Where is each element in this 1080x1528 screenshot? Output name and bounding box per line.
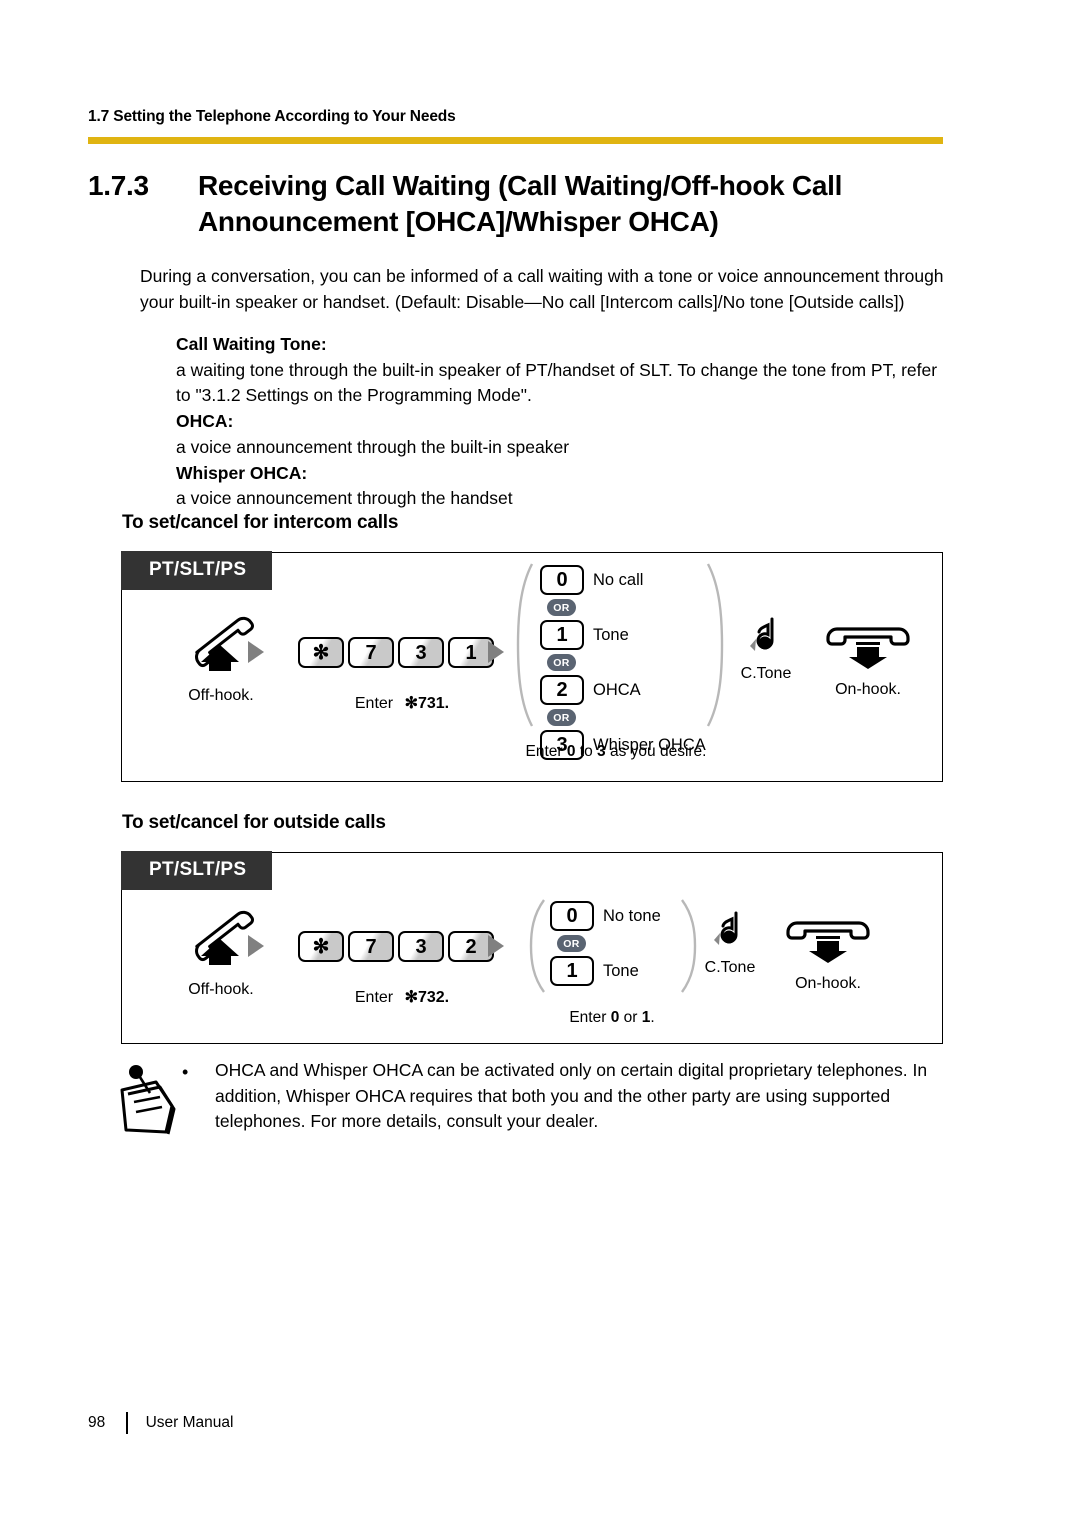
definition-list: Call Waiting Tone: a waiting tone throug… — [176, 332, 951, 512]
hint-middle: or — [619, 1009, 642, 1026]
or-badge: OR — [557, 935, 586, 952]
or-badge: OR — [547, 654, 576, 671]
procedure-flow: Off-hook. ✻ 7 3 2 Enter ✻732. 0 No tone … — [122, 853, 942, 1043]
onhook-handset-icon — [786, 921, 870, 963]
hint-suffix: as you desire. — [605, 743, 707, 760]
hint-first: 0 — [566, 743, 576, 760]
keypad-key[interactable]: 3 — [398, 931, 444, 962]
flow-arrow-icon — [248, 641, 264, 663]
or-badge: OR — [547, 599, 576, 616]
note-text: OHCA and Whisper OHCA can be activated o… — [215, 1060, 928, 1132]
option-key[interactable]: 2 — [540, 675, 584, 705]
enter-code: ✻732. — [404, 989, 450, 1006]
group-brace-left-icon — [529, 899, 545, 993]
document-page: 1.7 Setting the Telephone According to Y… — [0, 0, 1080, 1528]
flow-arrow-icon — [248, 935, 264, 957]
or-badge: OR — [547, 709, 576, 726]
definition-term: Whisper OHCA: — [176, 462, 308, 483]
option-label: No call — [593, 570, 644, 589]
confirmation-tone-icon — [714, 911, 738, 945]
page-title: 1.7.3 Receiving Call Waiting (Call Waiti… — [88, 168, 958, 240]
enter-label: Enter — [354, 695, 394, 712]
page-number: 98 — [88, 1414, 106, 1431]
step-caption-enter: Enter ✻732. — [298, 987, 506, 1007]
section-title: Receiving Call Waiting (Call Waiting/Off… — [198, 170, 843, 237]
keypad-sequence: ✻ 7 3 2 — [298, 931, 494, 962]
keypad-sequence: ✻ 7 3 1 — [298, 637, 494, 668]
option-label: No tone — [603, 906, 661, 925]
option-key[interactable]: 0 — [540, 565, 584, 595]
definition-desc: a waiting tone through the built-in spea… — [176, 359, 938, 406]
option-key[interactable]: 1 — [550, 956, 594, 986]
footer-doc-title: User Manual — [145, 1414, 234, 1431]
confirmation-tone-icon — [750, 617, 774, 651]
flow-arrow-icon — [488, 935, 504, 957]
definition-term: Call Waiting Tone: — [176, 334, 327, 354]
option-key[interactable]: 0 — [550, 901, 594, 931]
step-caption: Off-hook. — [188, 687, 254, 704]
enter-label: Enter — [354, 989, 394, 1006]
keypad-key[interactable]: ✻ — [298, 637, 344, 668]
step-caption: C.Tone — [704, 959, 756, 976]
hint-prefix: Enter — [525, 743, 567, 760]
keypad-key[interactable]: ✻ — [298, 931, 344, 962]
option-group: 0 No call OR 1 Tone OR 2 OHCA OR 3 Whisp… — [540, 565, 706, 760]
step-caption: C.Tone — [740, 665, 792, 682]
step-confirmation-tone: C.Tone — [682, 909, 778, 977]
option-row[interactable]: 1 Tone — [540, 620, 706, 650]
option-label: OHCA — [593, 680, 641, 699]
procedure-diagram-intercom: PT/SLT/PS Off-hook. ✻ 7 3 1 Enter ✻731. … — [121, 551, 943, 782]
header-rule — [88, 137, 943, 144]
procedure-flow: Off-hook. ✻ 7 3 1 Enter ✻731. 0 No call … — [122, 553, 942, 781]
keypad-key[interactable]: 7 — [348, 931, 394, 962]
step-caption: On-hook. — [795, 975, 861, 992]
note-memo-icon — [116, 1062, 178, 1145]
option-hint: Enter 0 to 3 as you desire. — [516, 743, 716, 761]
onhook-handset-icon — [826, 627, 910, 669]
subheading-outside: To set/cancel for outside calls — [122, 812, 386, 833]
step-caption-enter: Enter ✻731. — [298, 693, 506, 713]
step-caption: On-hook. — [835, 681, 901, 698]
option-row[interactable]: 0 No call — [540, 565, 706, 595]
option-row[interactable]: 0 No tone — [550, 901, 661, 931]
keypad-key[interactable]: 3 — [398, 637, 444, 668]
footer-divider — [126, 1412, 128, 1434]
option-hint: Enter 0 or 1. — [518, 1009, 706, 1027]
subheading-intercom: To set/cancel for intercom calls — [122, 512, 399, 533]
procedure-diagram-outside: PT/SLT/PS Off-hook. ✻ 7 3 2 Enter ✻732. … — [121, 851, 943, 1044]
section-number: 1.7.3 — [88, 170, 149, 201]
step-confirmation-tone: C.Tone — [718, 615, 814, 683]
page-footer: 98 User Manual — [88, 1412, 233, 1434]
option-key[interactable]: 1 — [540, 620, 584, 650]
enter-code: ✻731. — [404, 695, 450, 712]
group-brace-left-icon — [516, 563, 534, 727]
definition-desc: a voice announcement through the handset — [176, 488, 513, 509]
option-row[interactable]: 2 OHCA — [540, 675, 706, 705]
option-label: Tone — [603, 961, 639, 980]
option-group: 0 No tone OR 1 Tone — [550, 901, 661, 986]
hint-second: 3 — [597, 743, 606, 760]
hint-middle: to — [575, 743, 598, 760]
flow-arrow-icon — [488, 641, 504, 663]
step-onhook: On-hook. — [810, 611, 926, 699]
running-header: 1.7 Setting the Telephone According to Y… — [88, 108, 456, 125]
definition-desc: a voice announcement through the built-i… — [176, 436, 570, 457]
step-caption: Off-hook. — [188, 981, 254, 998]
option-row[interactable]: 1 Tone — [550, 956, 661, 986]
intro-paragraph: During a conversation, you can be inform… — [140, 266, 944, 312]
hint-prefix: Enter — [569, 1009, 611, 1026]
keypad-key[interactable]: 7 — [348, 637, 394, 668]
option-label: Tone — [593, 625, 629, 644]
hint-suffix: . — [650, 1009, 655, 1026]
definition-term: OHCA: — [176, 411, 234, 432]
note-bullet: • — [182, 1062, 189, 1082]
step-onhook: On-hook. — [770, 905, 886, 993]
